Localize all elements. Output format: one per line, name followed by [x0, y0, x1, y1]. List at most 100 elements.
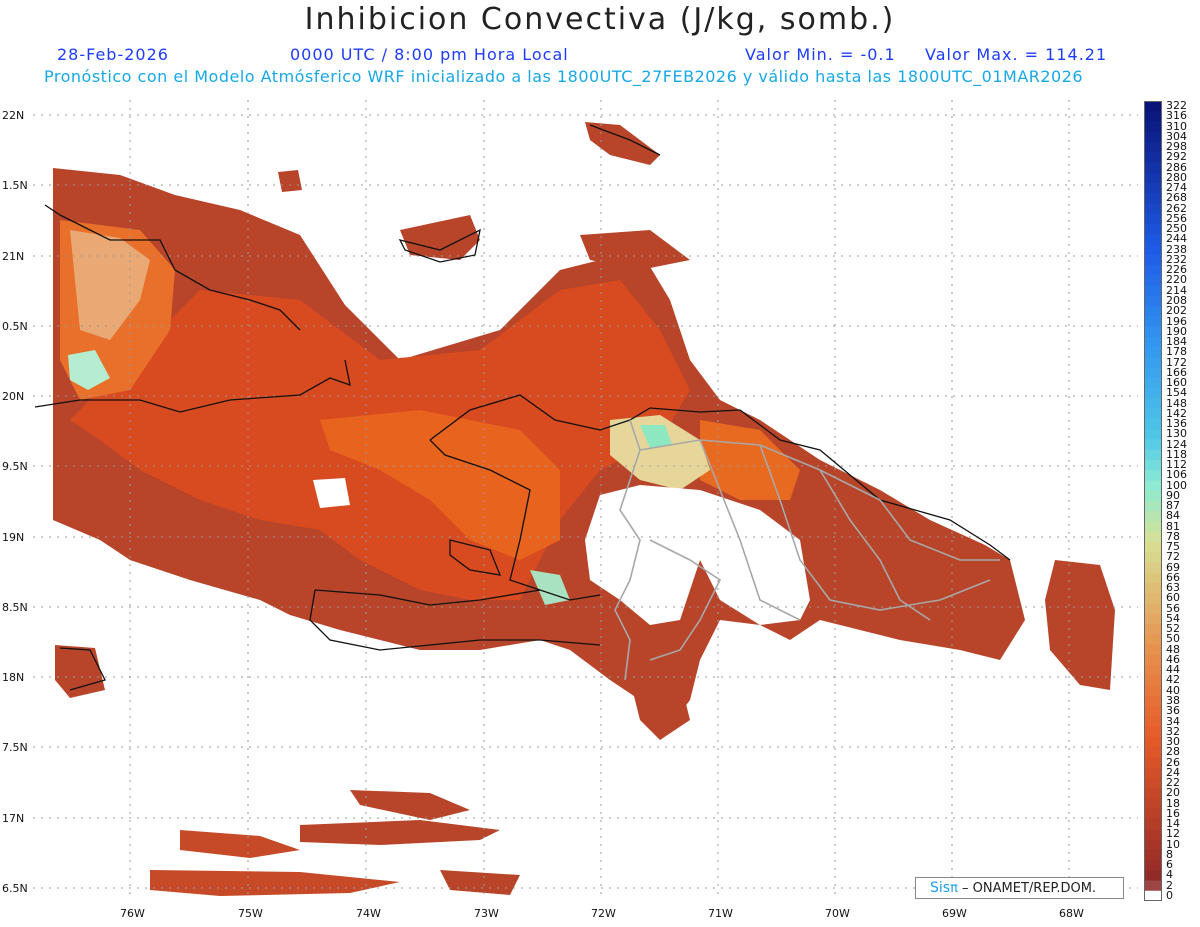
colorbar-swatch [1144, 347, 1162, 358]
colorbar-swatch [1144, 326, 1162, 338]
colorbar-swatch [1144, 449, 1162, 461]
colorbar-swatch [1144, 603, 1162, 615]
lon-label: 74W [356, 907, 381, 920]
colorbar-swatch [1144, 501, 1162, 512]
colorbar-swatch [1144, 439, 1162, 451]
colorbar-swatch [1144, 654, 1162, 666]
forecast-time: 0000 UTC / 8:00 pm Hora Local [290, 45, 569, 64]
colorbar-swatch [1144, 818, 1162, 830]
colorbar-swatch [1144, 408, 1162, 420]
colorbar [1144, 101, 1162, 901]
max-value: Valor Max. = 114.21 [925, 45, 1108, 64]
colorbar-swatch [1144, 665, 1162, 676]
cin-map [33, 100, 1138, 900]
colorbar-swatch [1144, 552, 1162, 564]
colorbar-swatch [1144, 777, 1162, 789]
colorbar-swatch [1144, 244, 1162, 256]
lat-label: 22N [2, 109, 25, 122]
lat-label: 7.5N [2, 741, 28, 754]
colorbar-swatch [1144, 849, 1162, 861]
lon-label: 69W [942, 907, 967, 920]
lon-label: 75W [238, 907, 263, 920]
colorbar-swatch [1144, 562, 1162, 574]
colorbar-swatch [1144, 808, 1162, 820]
colorbar-swatch [1144, 265, 1162, 276]
colorbar-swatch [1144, 685, 1162, 697]
colorbar-swatch [1144, 121, 1162, 133]
forecast-date: 28-Feb-2026 [57, 45, 169, 64]
chart-title: Inhibicion Convectiva (J/kg, somb.) [304, 2, 896, 37]
colorbar-swatch [1144, 131, 1162, 143]
lat-label: 9.5N [2, 460, 28, 473]
lon-label: 68W [1059, 907, 1084, 920]
colorbar-swatch [1144, 470, 1162, 481]
colorbar-swatch [1144, 490, 1162, 502]
colorbar-swatch [1144, 767, 1162, 779]
colorbar-swatch [1144, 736, 1162, 748]
colorbar-swatch [1144, 880, 1162, 892]
colorbar-swatch [1144, 634, 1162, 646]
colorbar-swatch [1144, 275, 1162, 287]
lat-label: 17N [2, 812, 25, 825]
colorbar-swatch [1144, 890, 1162, 901]
colorbar-swatch [1144, 418, 1162, 430]
colorbar-swatch [1144, 203, 1162, 215]
lat-label: 21N [2, 250, 25, 263]
colorbar-swatch [1144, 542, 1162, 553]
lon-label: 73W [474, 907, 499, 920]
colorbar-swatch [1144, 747, 1162, 758]
credit-box: Sisπ – ONAMET/REP.DOM. [915, 877, 1124, 899]
lon-label: 71W [708, 907, 733, 920]
colorbar-swatch [1144, 726, 1162, 738]
colorbar-swatch [1144, 859, 1162, 871]
org-label: – ONAMET/REP.DOM. [962, 881, 1097, 896]
colorbar-swatch [1144, 285, 1162, 297]
lon-label: 72W [591, 907, 616, 920]
colorbar-swatch [1144, 183, 1162, 194]
colorbar-swatch [1144, 839, 1162, 851]
colorbar-swatch [1144, 716, 1162, 728]
colorbar-swatch [1144, 142, 1162, 153]
colorbar-swatch [1144, 213, 1162, 225]
colorbar-swatch [1144, 224, 1162, 235]
colorbar-swatch [1144, 706, 1162, 717]
colorbar-swatch [1144, 162, 1162, 174]
colorbar-swatch [1144, 644, 1162, 656]
colorbar-swatch [1144, 511, 1162, 523]
colorbar-swatch [1144, 829, 1162, 840]
colorbar-swatch [1144, 316, 1162, 328]
colorbar-swatch [1144, 111, 1162, 123]
lat-label: 20N [2, 390, 25, 403]
colorbar-swatch [1144, 870, 1162, 881]
lat-label: 0.5N [2, 320, 28, 333]
lat-label: 1.5N [2, 179, 28, 192]
colorbar-swatch [1144, 788, 1162, 799]
colorbar-swatch [1144, 593, 1162, 605]
colorbar-swatch [1144, 583, 1162, 594]
colorbar-swatch [1144, 757, 1162, 769]
colorbar-swatch [1144, 798, 1162, 810]
colorbar-swatch [1144, 459, 1162, 471]
lat-label: 18N [2, 671, 25, 684]
colorbar-swatch [1144, 152, 1162, 164]
colorbar-swatch [1144, 377, 1162, 389]
colorbar-swatch [1144, 254, 1162, 266]
colorbar-swatch [1144, 357, 1162, 369]
colorbar-swatch [1144, 675, 1162, 687]
brand-label: Sis [930, 880, 951, 896]
colorbar-swatch [1144, 367, 1162, 379]
colorbar-swatch [1144, 306, 1162, 317]
min-value: Valor Min. = -0.1 [745, 45, 896, 64]
colorbar-swatch [1144, 695, 1162, 707]
colorbar-swatch [1144, 234, 1162, 246]
colorbar-swatch [1144, 521, 1162, 533]
colorbar-swatch [1144, 193, 1162, 205]
colorbar-swatch [1144, 101, 1162, 112]
lon-label: 70W [825, 907, 850, 920]
colorbar-swatch [1144, 429, 1162, 440]
pi-symbol: π [950, 881, 958, 896]
colorbar-swatch [1144, 172, 1162, 184]
lat-label: 6.5N [2, 882, 28, 895]
colorbar-label: 0 [1166, 888, 1173, 902]
colorbar-swatch [1144, 295, 1162, 307]
